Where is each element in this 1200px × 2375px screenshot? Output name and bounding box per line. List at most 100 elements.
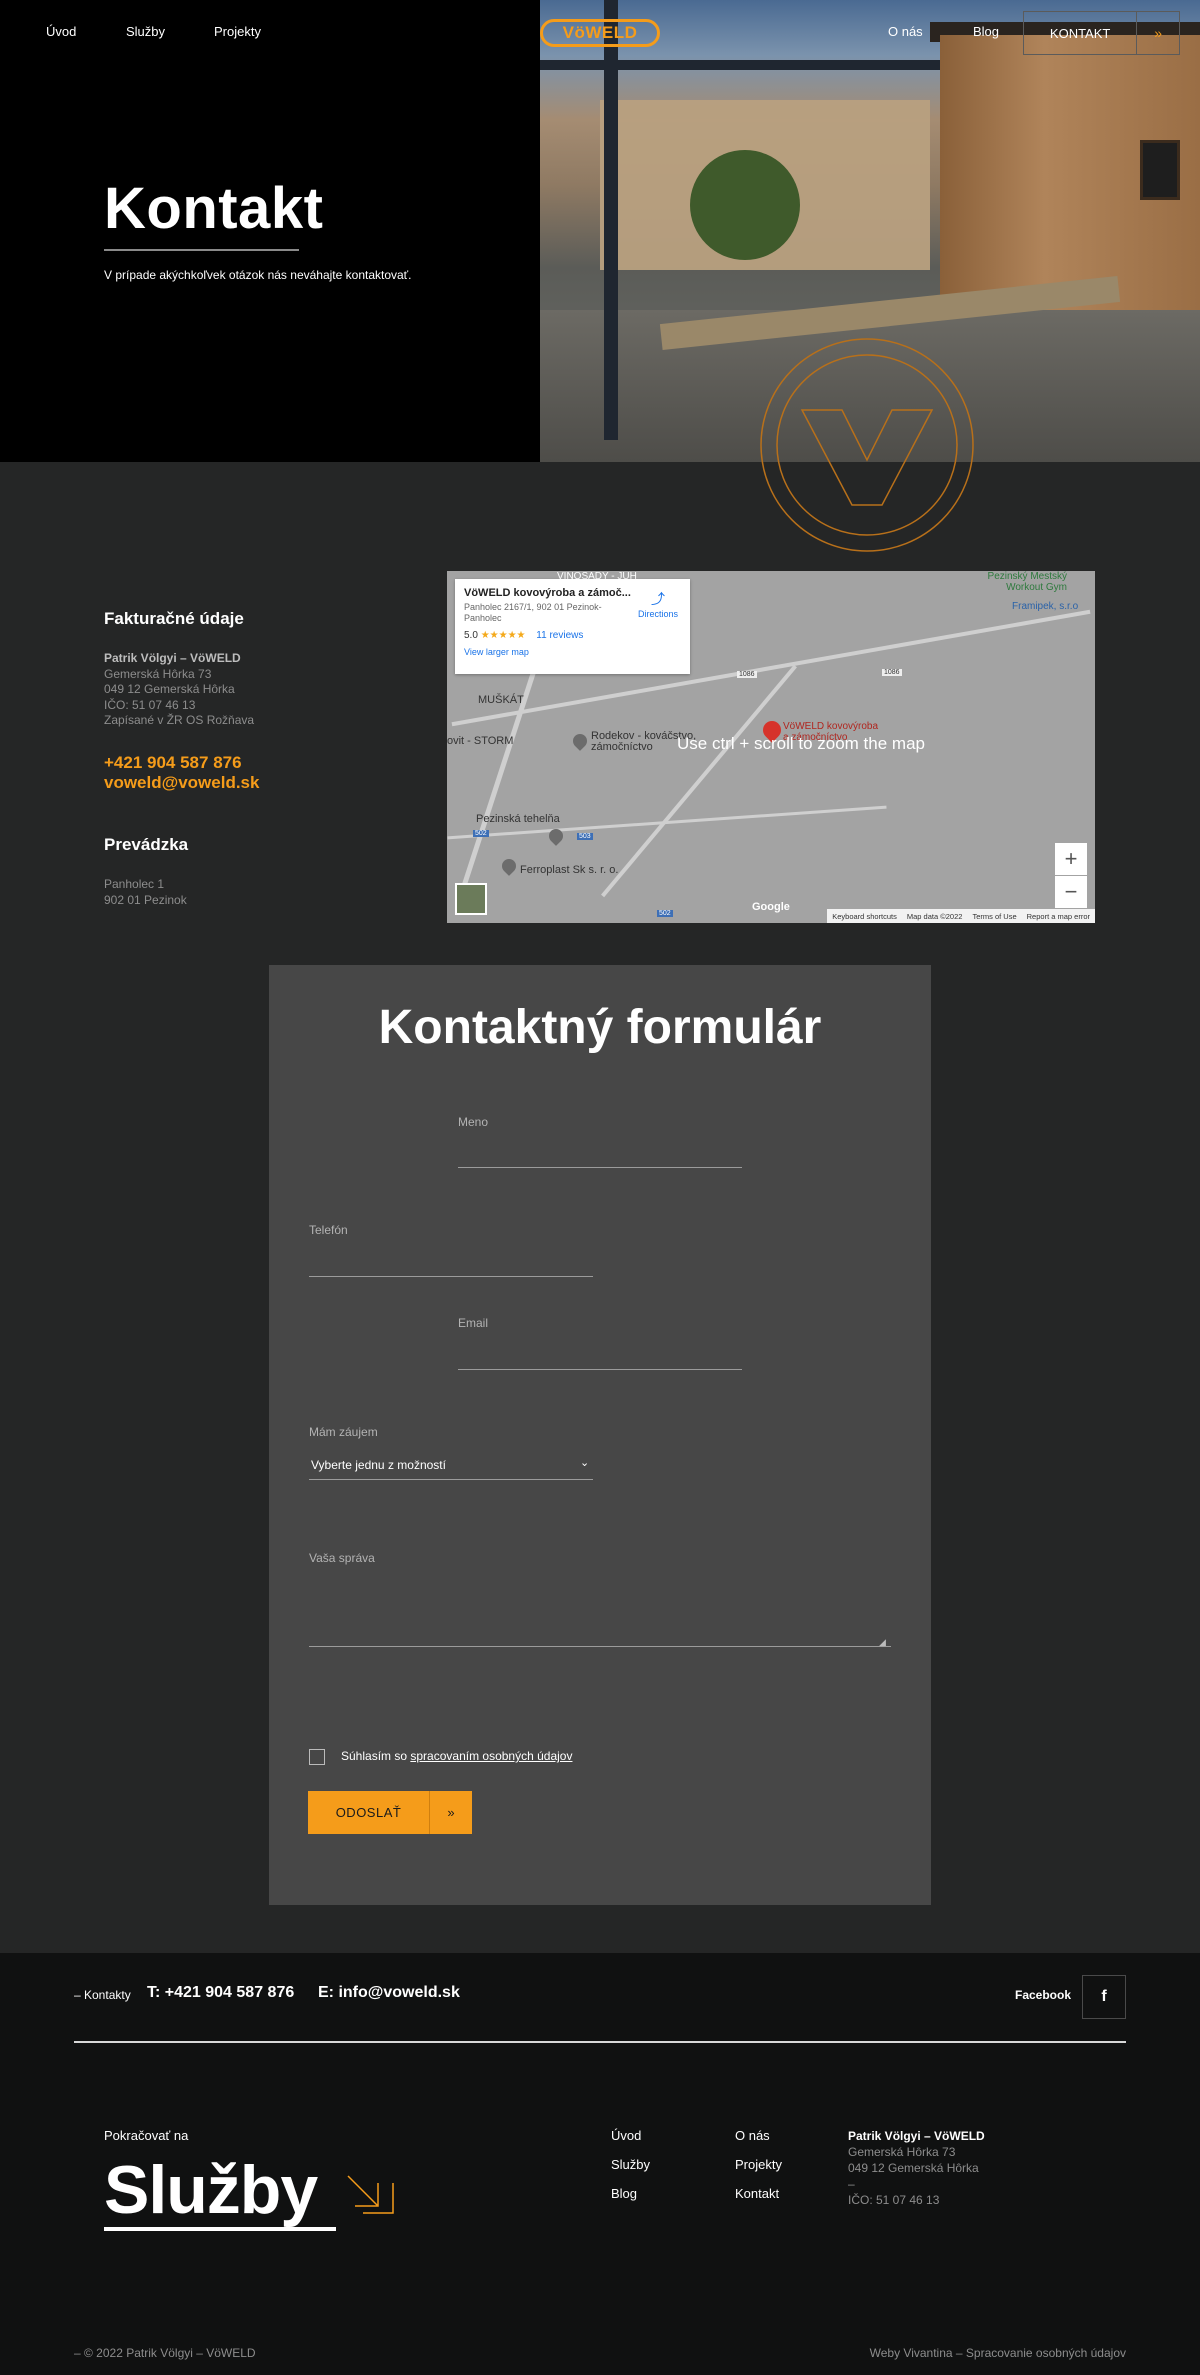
submit-label: ODOSLAŤ [335, 1805, 402, 1820]
interest-select-underline [309, 1479, 593, 1480]
footer-link-o-nas[interactable]: O nás [735, 2128, 770, 2143]
page-subtitle: V prípade akýchkoľvek otázok nás neváhaj… [104, 268, 412, 282]
logo[interactable]: VöWELD [540, 19, 660, 47]
billing-registry: Zapísané v ŽR OS Rožňava [104, 713, 255, 727]
map-label-workout: Pezinský Mestský Workout Gym [987, 571, 1067, 593]
chevron-down-icon: ⌄ [580, 1457, 590, 1469]
billing-ico: IČO: 51 07 46 13 [104, 697, 196, 712]
email-label: Email [458, 1316, 489, 1330]
rating-value: 5.0 [464, 630, 478, 641]
kontakt-button[interactable]: KONTAKT » [1023, 11, 1180, 55]
reviews-link[interactable]: 11 reviews [536, 630, 583, 641]
submit-button[interactable]: ODOSLAŤ » [308, 1791, 472, 1834]
nav-uvod[interactable]: Úvod [46, 24, 76, 39]
footer-link-blog[interactable]: Blog [611, 2186, 637, 2201]
page-title: Kontakt [104, 176, 324, 241]
footer-divider [74, 2041, 1126, 2043]
map-footer-link[interactable]: Report a map error [1027, 912, 1090, 921]
copyright: – © 2022 Patrik Völgyi – VöWELD [74, 2346, 256, 2360]
footer-contacts-label: – Kontakty [74, 1988, 131, 2002]
arrow-right-double-icon: » [1136, 12, 1179, 54]
consent-checkbox[interactable] [309, 1749, 325, 1765]
billing-street: Gemerská Hôrka 73 [104, 666, 212, 681]
footer-link-kontakt[interactable]: Kontakt [735, 2186, 779, 2201]
zoom-out-button[interactable]: − [1055, 876, 1087, 908]
arrow-right-double-icon: » [429, 1791, 472, 1834]
workshop-address: Panholec 1 902 01 Pezinok [104, 877, 187, 908]
continue-underline [104, 2227, 336, 2231]
footer-city: 049 12 Gemerská Hôrka [848, 2161, 979, 2175]
kontakt-button-label: KONTAKT [1049, 25, 1111, 41]
footer-credits[interactable]: Weby Vivantina – Spracovanie osobných úd… [870, 2346, 1126, 2360]
diagonal-arrow-icon[interactable] [343, 2171, 398, 2226]
nav-o-nas[interactable]: O nás [888, 24, 923, 39]
nav-sluzby[interactable]: Služby [126, 24, 165, 39]
map-footer-text: Map data ©2022 [906, 911, 963, 921]
road-number: 502 [473, 830, 489, 837]
footer-email[interactable]: E: info@voweld.sk [318, 1984, 460, 2002]
continue-link[interactable]: Služby [104, 2151, 318, 2229]
message-label: Vaša správa [309, 1551, 375, 1565]
facebook-label[interactable]: Facebook [1015, 1988, 1071, 2002]
email-input[interactable] [458, 1369, 742, 1370]
footer-phone[interactable]: T: +421 904 587 876 [147, 1984, 294, 2002]
hero-section: Úvod Služby Projekty VöWELD O nás Blog K… [0, 0, 1200, 462]
footer-address: Patrik Völgyi – VöWELD Gemerská Hôrka 73… [848, 2128, 985, 2208]
continue-label: Pokračovať na [104, 2128, 189, 2143]
map-footer-link[interactable]: Terms of Use [972, 912, 1016, 921]
billing-name: Patrik Völgyi – VöWELD [104, 651, 241, 665]
zoom-in-button[interactable]: + [1055, 843, 1087, 875]
map-place-card: VöWELD kovovýroba a zámoč... Panholec 21… [455, 579, 690, 674]
map-label-tehelna: Pezinská tehelňa [476, 813, 560, 825]
form-title: Kontaktný formulár [378, 1001, 822, 1054]
interest-label: Mám záujem [309, 1425, 378, 1439]
map-label-framipek: Framipek, s.r.o [1012, 601, 1079, 612]
road-number: 1086 [737, 671, 757, 678]
satellite-toggle[interactable] [455, 883, 487, 915]
consent-label: Súhlasím so spracovaním osobných údajov [341, 1749, 572, 1763]
directions-label: Directions [637, 609, 678, 619]
facebook-icon[interactable]: f [1082, 1975, 1126, 2019]
workshop-heading: Prevádzka [104, 835, 189, 854]
nav-blog[interactable]: Blog [973, 24, 999, 39]
star-icons: ★★★★★ [480, 630, 526, 641]
interest-select[interactable]: Vyberte jednu z možností [311, 1458, 446, 1472]
map-label-ferroplast: Ferroplast Sk s. r. o. [520, 864, 619, 876]
map-zoom-hint: Use ctrl + scroll to zoom the map [676, 734, 925, 753]
phone-label: Telefón [309, 1223, 348, 1237]
message-textarea[interactable] [309, 1646, 891, 1647]
billing-city: 049 12 Gemerská Hôrka [104, 682, 235, 696]
billing-heading: Fakturačné údaje [104, 609, 244, 628]
map-pin[interactable] [499, 856, 519, 876]
map-footer: Keyboard shortcuts Map data ©2022 Terms … [827, 909, 1095, 923]
billing-phone[interactable]: +421 904 587 876 [104, 753, 242, 773]
view-larger-map-link[interactable]: View larger map [464, 647, 681, 657]
footer-street: Gemerská Hôrka 73 [848, 2145, 956, 2159]
phone-input[interactable] [309, 1276, 593, 1277]
nav-projekty[interactable]: Projekty [214, 24, 261, 39]
map-footer-link[interactable]: Keyboard shortcuts [832, 912, 897, 921]
workshop-city: 902 01 Pezinok [104, 892, 187, 907]
billing-email[interactable]: voweld@voweld.sk [104, 773, 259, 793]
directions-icon: ⤴ [650, 591, 665, 607]
name-input[interactable] [458, 1167, 742, 1168]
footer-ico: IČO: 51 07 46 13 [848, 2193, 940, 2207]
name-label: Meno [458, 1115, 489, 1129]
consent-prefix: Súhlasím so [341, 1749, 408, 1763]
directions-button[interactable]: ⤴ Directions [638, 589, 678, 619]
contact-form: Kontaktný formulár Meno Telefón Email Má… [269, 965, 931, 1905]
google-map[interactable]: MUŠKÁT ovit - STORM Rodekov - kováčstvo,… [447, 571, 1095, 923]
consent-link[interactable]: spracovaním osobných údajov [410, 1749, 572, 1763]
footer-dash: – [848, 2177, 855, 2191]
footer-link-projekty[interactable]: Projekty [735, 2157, 782, 2172]
road-number: 502 [657, 910, 673, 917]
billing-address: Patrik Völgyi – VöWELD Gemerská Hôrka 73… [104, 651, 254, 729]
road-number: 503 [577, 833, 593, 840]
resize-handle-icon[interactable]: ◢ [879, 1637, 886, 1648]
site-footer: – Kontakty T: +421 904 587 876 E: info@v… [0, 1953, 1200, 2375]
footer-link-uvod[interactable]: Úvod [611, 2128, 641, 2143]
map-card-address: Panholec 2167/1, 902 01 Pezinok-Panholec [464, 602, 602, 623]
footer-link-sluzby[interactable]: Služby [611, 2157, 650, 2172]
map-label-muskat: MUŠKÁT [478, 694, 524, 706]
title-underline [104, 249, 299, 251]
